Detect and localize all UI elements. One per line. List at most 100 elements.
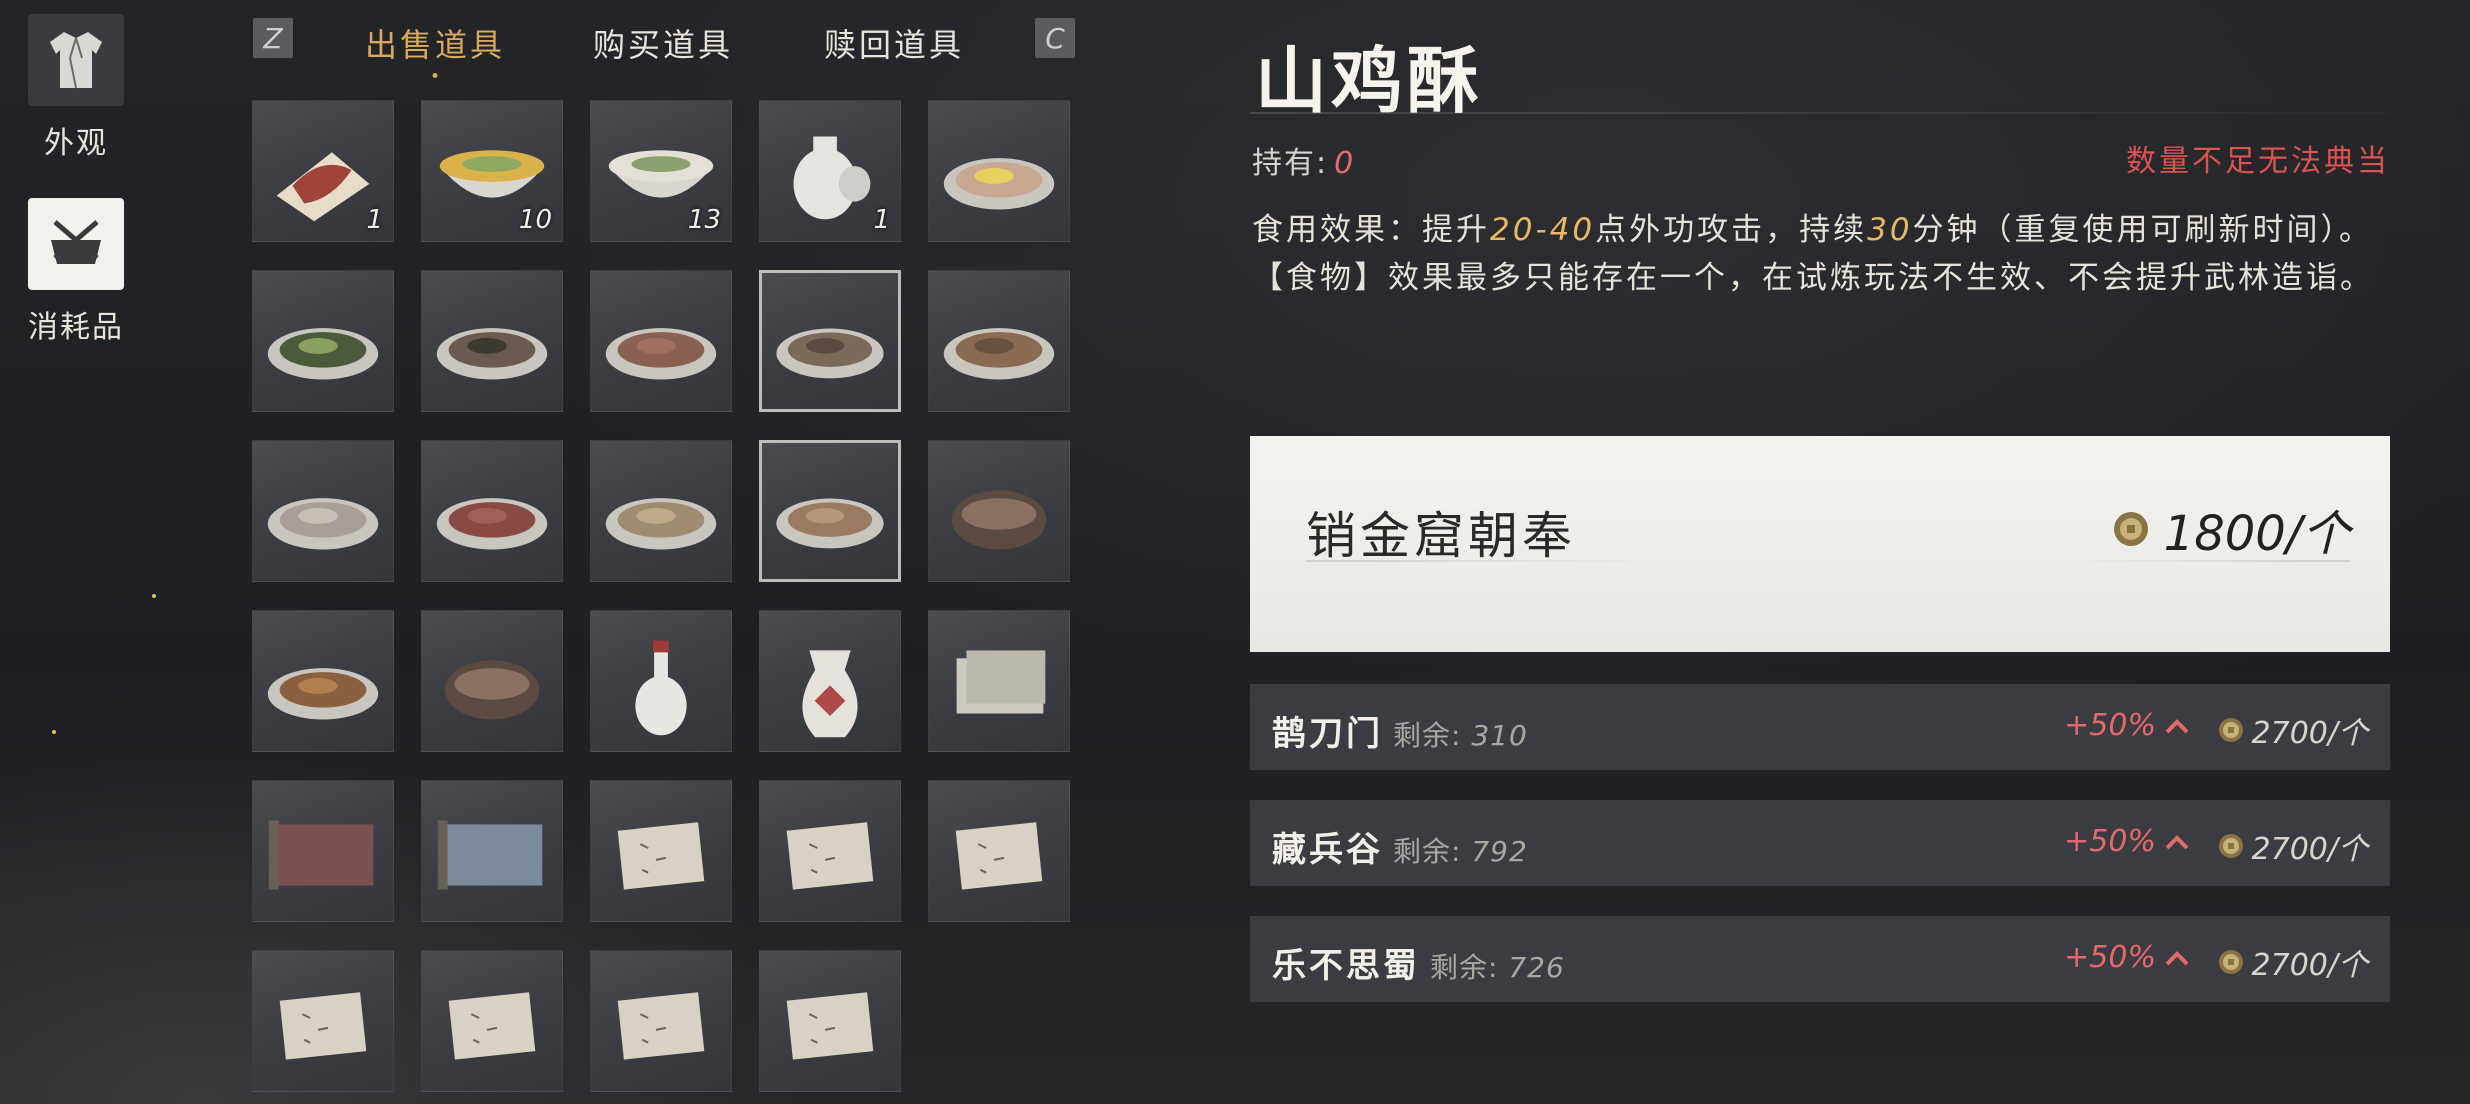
inventory-slot[interactable]	[421, 440, 563, 582]
tab-label: 赎回道具	[824, 26, 965, 64]
buyer-underline	[1306, 560, 1676, 562]
fish-plate-icon	[436, 328, 548, 380]
sliced-meat-icon	[436, 498, 548, 550]
desc-text: 食用效果：提升	[1252, 212, 1490, 248]
inventory-slot[interactable]	[590, 950, 732, 1092]
paper-note-icon	[786, 992, 874, 1060]
desc-highlight: 20-40	[1490, 212, 1596, 248]
wine-vase-icon	[802, 650, 858, 738]
category-consumables[interactable]: 消耗品	[28, 198, 124, 346]
remain-value: 310	[1471, 719, 1528, 752]
inventory-slot[interactable]	[421, 610, 563, 752]
inventory-slot[interactable]	[759, 950, 901, 1092]
inventory-grid: 1 10 13 1	[252, 100, 1070, 1092]
inventory-slot[interactable]: 1	[252, 100, 394, 242]
inventory-slot[interactable]: 10	[421, 100, 563, 242]
remain-value: 726	[1508, 951, 1565, 984]
owned-label: 持有:	[1252, 146, 1329, 181]
letter-stack-icon	[956, 650, 1046, 714]
inventory-slot[interactable]	[421, 780, 563, 922]
desc-highlight: 30	[1867, 212, 1913, 248]
fish-dish-icon	[776, 328, 884, 379]
inventory-slot[interactable]	[421, 270, 563, 412]
category-appearance[interactable]: 外观	[28, 14, 124, 162]
wine-bottle-icon	[635, 640, 687, 736]
item-quantity: 10	[518, 205, 552, 235]
inventory-slot[interactable]	[928, 100, 1070, 242]
bonus-value: +50%	[2064, 708, 2156, 743]
remain-value: 792	[1471, 835, 1528, 868]
inventory-slot[interactable]	[252, 950, 394, 1092]
tab-buy[interactable]: 购买道具	[593, 20, 733, 66]
up-arrow-icon	[2165, 718, 2189, 733]
paper-note-icon	[448, 992, 536, 1060]
inventory-slot[interactable]	[759, 610, 901, 752]
robe-icon	[28, 14, 124, 106]
inventory-slot[interactable]	[252, 270, 394, 412]
consumable-icon	[28, 198, 124, 290]
tab-label: 购买道具	[593, 26, 734, 64]
buyer-name: 销金窟朝奉	[1306, 507, 1576, 565]
inventory-slot[interactable]	[421, 950, 563, 1092]
inventory-slot[interactable]	[252, 610, 394, 752]
category-label: 消耗品	[28, 310, 124, 345]
chicken-plate-icon	[605, 498, 717, 550]
vegetable-plate-icon	[267, 328, 379, 380]
paper-note-icon	[786, 822, 874, 890]
sect-price: 2700/个	[2251, 832, 2368, 867]
active-tab-dot	[432, 73, 438, 78]
remain-label: 剩余:	[1430, 951, 1499, 984]
stew-plate-icon	[943, 328, 1055, 380]
braised-bowl-icon	[605, 328, 717, 380]
red-scroll-icon	[268, 820, 374, 890]
tab-redeem[interactable]: 赎回道具	[824, 20, 964, 66]
sect-name: 藏兵谷	[1272, 830, 1383, 870]
inventory-slot[interactable]	[252, 780, 394, 922]
inventory-slot[interactable]	[590, 780, 732, 922]
pastry-plate-icon	[776, 498, 884, 549]
sect-price: 2700/个	[2251, 948, 2368, 983]
paper-note-icon	[955, 822, 1043, 890]
item-quantity: 1	[366, 205, 383, 235]
desc-text: 点外功攻击，持续	[1595, 212, 1868, 248]
bonus-value: +50%	[2064, 940, 2156, 975]
tab-sell[interactable]: 出售道具	[365, 20, 505, 78]
inventory-slot[interactable]	[928, 780, 1070, 922]
up-arrow-icon	[2165, 950, 2189, 965]
inventory-slot[interactable]	[759, 270, 901, 412]
item-quantity: 1	[873, 205, 890, 235]
inventory-slot[interactable]	[590, 610, 732, 752]
inventory-slot[interactable]	[928, 270, 1070, 412]
bonus-value: +50%	[2064, 824, 2156, 859]
title-divider	[1250, 112, 2390, 114]
inventory-slot[interactable]	[590, 440, 732, 582]
remain-label: 剩余:	[1393, 835, 1462, 868]
spark-particle	[152, 594, 156, 598]
sect-name: 乐不思蜀	[1272, 946, 1420, 986]
buyer-card[interactable]: 销金窟朝奉 1800/个	[1250, 436, 2390, 652]
inventory-slot[interactable]	[928, 440, 1070, 582]
inventory-slot[interactable]	[252, 440, 394, 582]
sect-name: 鹊刀门	[1272, 714, 1383, 754]
remain-label: 剩余:	[1393, 719, 1462, 752]
inventory-slot[interactable]: 1	[759, 100, 901, 242]
next-tab-key[interactable]: C	[1035, 18, 1075, 58]
buyer-price-value: 1800/个	[2163, 506, 2350, 562]
sect-row[interactable]: 鹊刀门 剩余: 310 +50% 2700/个	[1250, 684, 2390, 770]
stone-pot-icon	[444, 660, 540, 720]
empty-slot	[928, 950, 1070, 1092]
dumpling-plate-icon	[267, 498, 379, 550]
coin-icon	[2218, 834, 2243, 858]
clay-pot-icon	[951, 490, 1047, 550]
paper-note-icon	[617, 992, 705, 1060]
coin-icon	[2113, 512, 2148, 546]
inventory-slot[interactable]	[759, 780, 901, 922]
inventory-slot[interactable]	[759, 440, 901, 582]
owned-value: 0	[1334, 146, 1356, 181]
inventory-slot[interactable]	[928, 610, 1070, 752]
sect-row[interactable]: 藏兵谷 剩余: 792 +50% 2700/个	[1250, 800, 2390, 886]
inventory-slot[interactable]	[590, 270, 732, 412]
prev-tab-key[interactable]: Z	[253, 18, 293, 58]
sect-row[interactable]: 乐不思蜀 剩余: 726 +50% 2700/个	[1250, 916, 2390, 1002]
inventory-slot[interactable]: 13	[590, 100, 732, 242]
